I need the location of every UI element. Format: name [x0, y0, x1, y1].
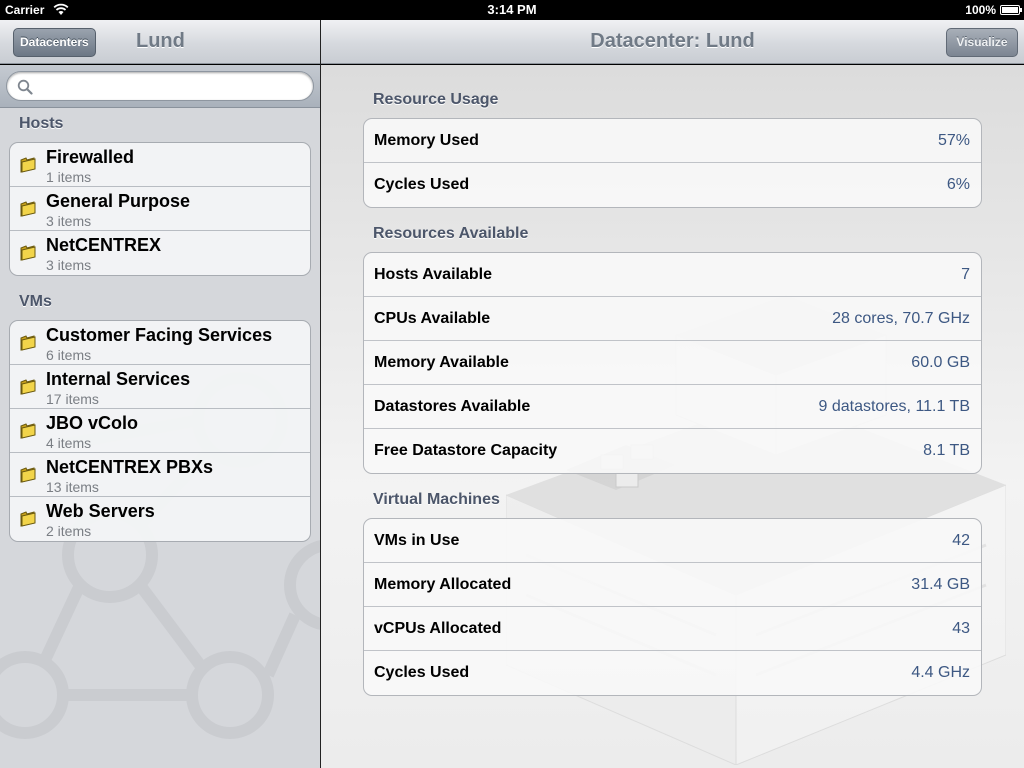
vms-list: Customer Facing Services 6 items Internal …: [9, 320, 311, 542]
row-value: 31.4 GB: [911, 576, 970, 593]
visualize-button[interactable]: Visualize: [946, 28, 1018, 57]
row-value: 9 datastores, 11.1 TB: [818, 398, 971, 415]
item-title: NetCENTREX PBXs: [46, 457, 214, 477]
hosts-section-header: Hosts: [19, 115, 64, 132]
row-value: 6%: [946, 176, 970, 193]
row-value: 4.4 GHz: [911, 664, 970, 681]
item-count: 13 items: [46, 479, 99, 495]
item-count: 4 items: [46, 435, 92, 451]
resource-usage-header: Resource Usage: [373, 91, 499, 108]
virtual-machines-header: Virtual Machines: [373, 491, 500, 508]
vm-group-item[interactable]: JBO vColo 4 items: [10, 409, 310, 453]
row-label: CPUs Available: [374, 310, 491, 327]
detail-row: Memory Available 60.0 GB: [364, 341, 981, 385]
item-count: 3 items: [46, 257, 92, 273]
detail-row: VMs in Use 42: [364, 519, 981, 563]
folder-icon: [20, 335, 36, 351]
item-title: Customer Facing Services: [46, 325, 273, 345]
folder-icon: [20, 245, 36, 261]
row-label: Datastores Available: [374, 398, 531, 415]
resources-available-header: Resources Available: [373, 225, 529, 242]
item-count: 17 items: [46, 391, 99, 407]
battery-percent: 100%: [965, 3, 996, 17]
search-input[interactable]: [37, 76, 307, 96]
detail-row: CPUs Available 28 cores, 70.7 GHz: [364, 297, 981, 341]
item-count: 1 items: [46, 169, 92, 185]
folder-icon: [20, 511, 36, 527]
folder-icon: [20, 423, 36, 439]
status-bar: Carrier 3:14 PM 100%: [0, 0, 1024, 20]
resources-available-table: Hosts Available 7 CPUs Available 28 cores, …: [363, 252, 982, 474]
back-button-label: Datacenters: [20, 35, 89, 49]
row-value: 7: [961, 266, 970, 283]
search-icon: [17, 79, 33, 95]
item-title: NetCENTREX: [46, 235, 162, 255]
master-title: Lund: [136, 30, 185, 52]
item-title: General Purpose: [46, 191, 191, 211]
item-count: 2 items: [46, 523, 92, 539]
row-value: 43: [952, 620, 970, 637]
search-field[interactable]: [6, 71, 314, 101]
master-pane: Hosts Firewalled 1 items General Purpose 3 …: [0, 65, 320, 768]
row-label: vCPUs Allocated: [374, 620, 502, 637]
row-label: Memory Used: [374, 132, 479, 149]
resource-usage-table: Memory Used 57% Cycles Used 6%: [363, 118, 982, 208]
detail-pane: Resource Usage Memory Used 57% Cycles Used…: [321, 65, 1024, 768]
row-value: 42: [952, 532, 970, 549]
row-label: Memory Available: [374, 354, 509, 371]
folder-icon: [20, 157, 36, 173]
row-label: Memory Allocated: [374, 576, 512, 593]
detail-row: Datastores Available 9 datastores, 11.1 T…: [364, 385, 981, 429]
item-title: Firewalled: [46, 147, 135, 167]
host-group-item[interactable]: NetCENTREX 3 items: [10, 231, 310, 275]
row-value: 60.0 GB: [911, 354, 970, 371]
master-navbar: Datacenters Lund: [0, 20, 320, 64]
search-bar: [0, 65, 320, 108]
detail-row: Memory Used 57%: [364, 119, 981, 163]
host-group-item[interactable]: General Purpose 3 items: [10, 187, 310, 231]
vms-section-header: VMs: [19, 293, 52, 310]
detail-row: Free Datastore Capacity 8.1 TB: [364, 429, 981, 473]
detail-navbar: Datacenter: Lund Visualize: [321, 20, 1024, 64]
detail-row: Cycles Used 6%: [364, 163, 981, 207]
virtual-machines-table: VMs in Use 42 Memory Allocated 31.4 GB vCPUs…: [363, 518, 982, 696]
detail-row: Cycles Used 4.4 GHz: [364, 651, 981, 695]
detail-row: vCPUs Allocated 43: [364, 607, 981, 651]
row-label: Cycles Used: [374, 176, 470, 193]
vm-group-item[interactable]: Customer Facing Services 6 items: [10, 321, 310, 365]
datacenters-back-button[interactable]: Datacenters: [13, 28, 96, 57]
item-count: 3 items: [46, 213, 92, 229]
detail-row: Hosts Available 7: [364, 253, 981, 297]
row-value: 28 cores, 70.7 GHz: [832, 310, 970, 327]
item-title: Internal Services: [46, 369, 191, 389]
item-title: Web Servers: [46, 501, 155, 521]
row-value: 8.1 TB: [923, 442, 970, 459]
detail-title: Datacenter: Lund: [590, 30, 755, 52]
clock: 3:14 PM: [487, 2, 537, 17]
host-group-item[interactable]: Firewalled 1 items: [10, 143, 310, 187]
item-title: JBO vColo: [46, 413, 139, 433]
folder-icon: [20, 467, 36, 483]
vm-group-item[interactable]: Internal Services 17 items: [10, 365, 310, 409]
row-label: Free Datastore Capacity: [374, 442, 558, 459]
vm-group-item[interactable]: NetCENTREX PBXs 13 items: [10, 453, 310, 497]
row-value: 57%: [937, 132, 970, 149]
vm-group-item[interactable]: Web Servers 2 items: [10, 497, 310, 541]
row-label: VMs in Use: [374, 532, 460, 549]
item-count: 6 items: [46, 347, 92, 363]
hosts-list: Firewalled 1 items General Purpose 3 items N…: [9, 142, 311, 276]
row-label: Hosts Available: [374, 266, 492, 283]
folder-icon: [20, 379, 36, 395]
battery-icon: [1000, 5, 1022, 15]
folder-icon: [20, 201, 36, 217]
row-label: Cycles Used: [374, 664, 470, 681]
detail-row: Memory Allocated 31.4 GB: [364, 563, 981, 607]
